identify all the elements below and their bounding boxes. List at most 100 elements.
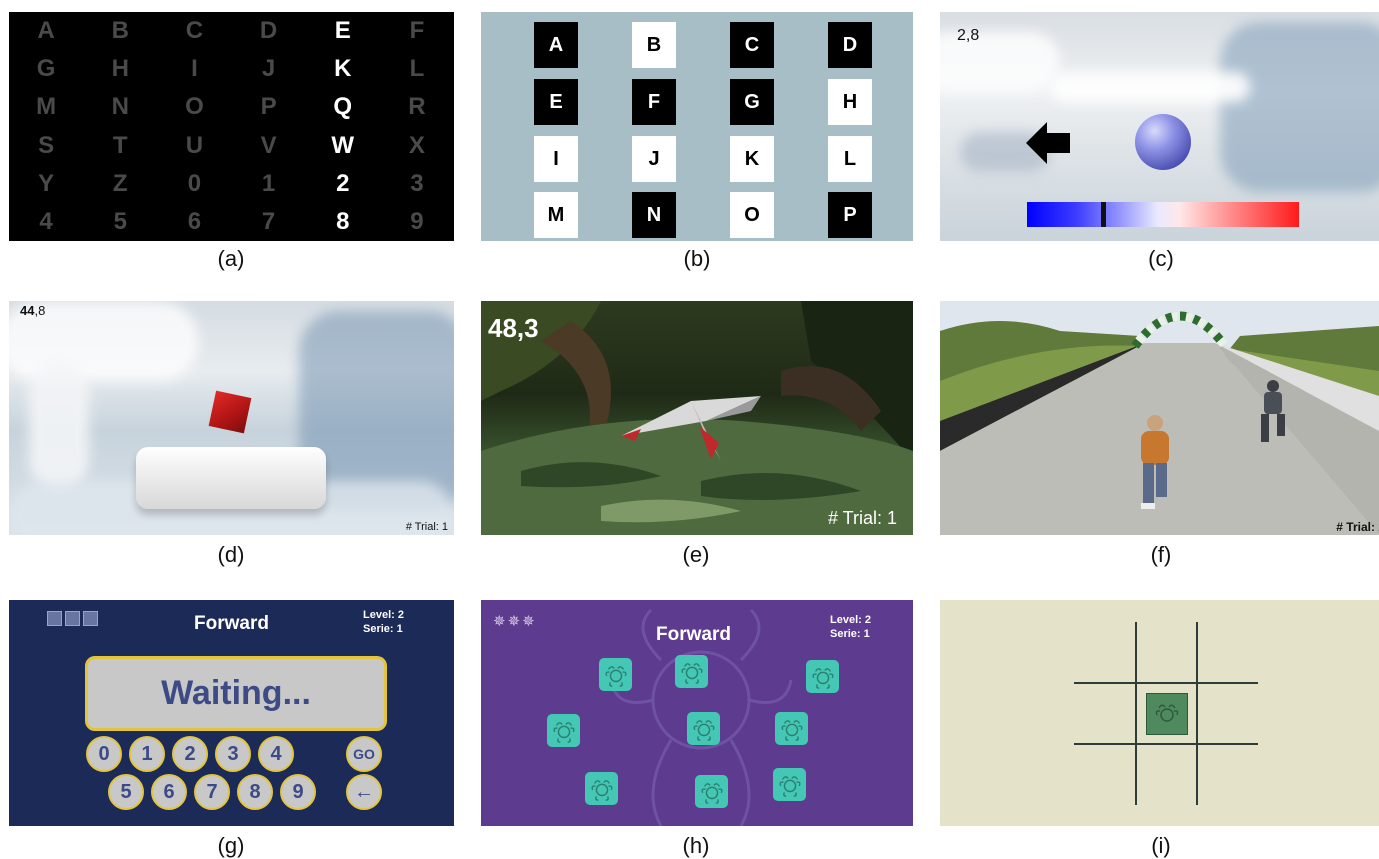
level-info: Level: 2 Serie: 1 [830, 613, 871, 641]
matrix-cell: X [408, 131, 425, 159]
matrix-cell: P [260, 93, 277, 121]
letter-square: K [730, 136, 774, 182]
letter-square: L [828, 136, 872, 182]
matrix-cell: 8 [336, 207, 350, 235]
digit-key[interactable]: 2 [172, 736, 208, 772]
panel-f-running-track-scene: # Trial: 2 [940, 301, 1379, 535]
matrix-cell: V [260, 131, 277, 159]
medusa-tile-icon[interactable] [775, 712, 808, 745]
digit-key[interactable]: 0 [86, 736, 122, 772]
caption-e: (e) [682, 542, 710, 567]
matrix-cell: R [408, 93, 426, 121]
medusa-tile-icon[interactable] [1146, 693, 1188, 735]
matrix-cell: H [111, 55, 129, 83]
medusa-tile-icon[interactable] [599, 658, 632, 691]
letter-square: C [730, 22, 774, 68]
digit-key[interactable]: 6 [151, 774, 187, 810]
caption-b: (b) [683, 246, 711, 271]
back-arrow-button[interactable]: ← [346, 774, 382, 810]
digit-key[interactable]: 1 [129, 736, 165, 772]
trial-counter: # Trial: 2 [1336, 520, 1379, 534]
matrix-cell: B [111, 17, 129, 45]
matrix-cell: 0 [187, 169, 202, 197]
medusa-tile-icon[interactable] [806, 660, 839, 693]
white-table [136, 447, 326, 509]
go-button[interactable]: GO [346, 736, 382, 772]
grid-line [1196, 622, 1198, 805]
digit-key[interactable]: 9 [280, 774, 316, 810]
matrix-cell: A [37, 17, 55, 45]
matrix-cell: O [185, 93, 204, 121]
medusa-tile-icon[interactable] [675, 655, 708, 688]
caption-d: (d) [217, 542, 245, 567]
matrix-cell: I [191, 55, 198, 83]
matrix-cell: T [112, 131, 128, 159]
ball-sphere [1135, 114, 1191, 170]
caption-h: (h) [682, 833, 710, 858]
panel-h-tile-memory-game: ✵✵✵ Forward Level: 2 Serie: 1 [481, 600, 913, 826]
matrix-cell: Q [333, 93, 353, 121]
level-label: Level: 2 [363, 609, 404, 621]
digit-key[interactable]: 8 [237, 774, 273, 810]
matrix-cell: Y [38, 169, 55, 197]
matrix-cell: J [261, 55, 276, 83]
matrix-cell: 2 [336, 169, 350, 197]
matrix-cell: U [185, 131, 204, 159]
matrix-cell: M [36, 93, 57, 121]
letter-square: F [632, 79, 676, 125]
matrix-cell: N [111, 93, 129, 121]
matrix-cell: G [36, 55, 56, 83]
robot-runner-avatar [1261, 380, 1285, 442]
caption-i: (i) [1151, 833, 1171, 858]
medusa-tile-icon[interactable] [547, 714, 580, 747]
matrix-cell: S [38, 131, 55, 159]
matrix-cell: K [334, 55, 352, 83]
medusa-tile-icon[interactable] [585, 772, 618, 805]
panel-e-spaceship-scene: 48,3 # Trial: 1 [481, 301, 913, 535]
serie-label: Serie: 1 [830, 628, 870, 640]
grid-line [1135, 622, 1137, 805]
matrix-cell: W [331, 131, 355, 159]
digit-key[interactable]: 7 [194, 774, 230, 810]
panel-a-speller-matrix: A B C D E F G H I J K L M N O P Q R S T U V W X Y Z 0 1 2 3 4 5 6 7 8 9 [9, 12, 454, 241]
grid-line [1074, 743, 1258, 745]
letter-square: H [828, 79, 872, 125]
matrix-cell: 4 [39, 207, 53, 235]
matrix-cell: 1 [261, 169, 276, 197]
medusa-tile-icon[interactable] [773, 768, 806, 801]
score-readout: 48,3 [488, 313, 539, 343]
letter-square: N [632, 192, 676, 238]
digit-key[interactable]: 4 [258, 736, 294, 772]
matrix-cell: F [409, 17, 425, 45]
panel-c-feedback-scene: 2,8 [940, 12, 1379, 241]
letter-square: B [632, 22, 676, 68]
medusa-tile-icon[interactable] [687, 712, 720, 745]
digit-key[interactable]: 3 [215, 736, 251, 772]
caption-a: (a) [217, 246, 245, 271]
matrix-cell: 5 [113, 207, 127, 235]
level-info: Level: 2 Serie: 1 [363, 608, 404, 636]
letter-square: A [534, 22, 578, 68]
red-cube [208, 390, 252, 434]
digit-key[interactable]: 5 [108, 774, 144, 810]
status-display: Waiting... [85, 656, 387, 731]
trial-counter: # Trial: 1 [405, 521, 448, 533]
medusa-tile-icon[interactable] [695, 775, 728, 808]
matrix-cell: L [409, 55, 425, 83]
speller-matrix-grid: A B C D E F G H I J K L M N O P Q R S T U V W X Y Z 0 1 2 3 4 5 6 7 8 9 [9, 12, 454, 241]
letter-square: M [534, 192, 578, 238]
matrix-cell: 6 [187, 207, 202, 235]
letter-square: I [534, 136, 578, 182]
matrix-cell: D [259, 17, 278, 45]
caption-g: (g) [217, 833, 245, 858]
letter-square: O [730, 192, 774, 238]
letter-square: P [828, 192, 872, 238]
panel-g-digit-keypad-game: Forward Level: 2 Serie: 1 Waiting... 012… [9, 600, 454, 826]
feedback-color-bar [1027, 202, 1299, 227]
letter-square: G [730, 79, 774, 125]
spaceship-icon [621, 396, 761, 461]
letter-square: E [534, 79, 578, 125]
panel-b-square-grid: A B C D E F G H I J K L M N O P [481, 12, 913, 241]
left-arrow-icon [1026, 122, 1070, 164]
score-readout: 44,8 [20, 303, 46, 318]
